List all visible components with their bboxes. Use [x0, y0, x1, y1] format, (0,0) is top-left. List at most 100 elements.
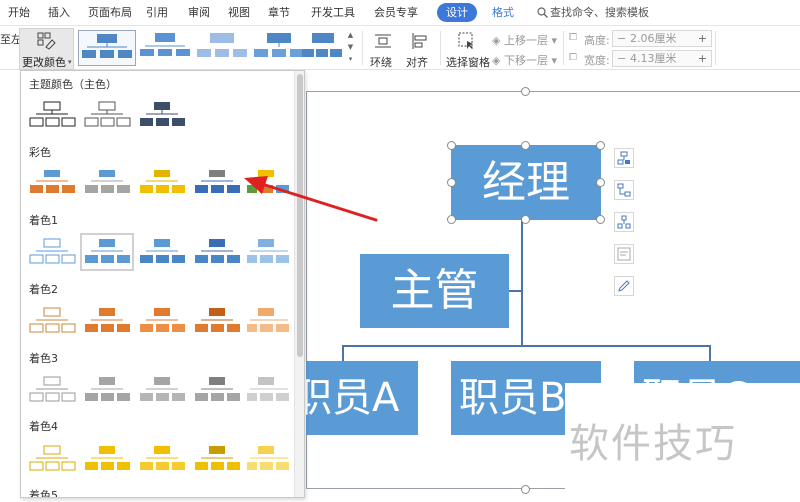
section-title-accent2: 着色2	[29, 283, 58, 296]
resize-handle[interactable]	[596, 178, 605, 187]
color-option-accent1-1[interactable]	[27, 235, 77, 269]
menu-page-layout[interactable]: 页面布局	[88, 0, 132, 26]
color-option-theme-1[interactable]	[27, 98, 77, 132]
send-backward-label: 下移一层	[503, 54, 548, 67]
color-option-accent2-2[interactable]	[82, 304, 132, 338]
height-label: 高度:	[584, 34, 610, 47]
resize-handle[interactable]	[521, 87, 530, 96]
selection-pane-icon	[458, 32, 476, 53]
color-option-accent1-2[interactable]	[80, 233, 134, 271]
style-gallery-item-1[interactable]	[78, 30, 136, 66]
org-node-staff-a[interactable]: 职员A	[306, 361, 418, 435]
bring-forward-button[interactable]: ◈ 上移一层 ▾	[492, 32, 557, 48]
bring-forward-label: 上移一层	[503, 34, 548, 47]
dropdown-scrollbar-thumb[interactable]	[297, 74, 303, 357]
resize-handle[interactable]	[447, 178, 456, 187]
format-brush-button[interactable]	[614, 276, 634, 296]
width-stepper[interactable]: − 4.13厘米 +	[612, 50, 712, 67]
color-option-accent1-5[interactable]	[247, 235, 291, 269]
height-stepper[interactable]: − 2.06厘米 +	[612, 30, 712, 47]
style-gallery-item-3[interactable]	[194, 30, 252, 66]
color-option-accent4-1[interactable]	[27, 442, 77, 476]
change-layout-button[interactable]	[614, 180, 634, 200]
color-option-accent2-5[interactable]	[247, 304, 291, 338]
color-option-accent2-4[interactable]	[192, 304, 242, 338]
layout-options-icon	[617, 215, 631, 229]
section-title-accent5: 着色5	[29, 489, 58, 498]
palette-icon	[37, 32, 57, 55]
color-option-theme-2[interactable]	[82, 98, 132, 132]
color-option-accent3-3[interactable]	[137, 373, 187, 407]
style-gallery-item-2[interactable]	[137, 30, 195, 66]
color-option-colorful-gray[interactable]	[82, 166, 132, 200]
color-option-colorful-blue[interactable]	[192, 166, 242, 200]
org-node-supervisor[interactable]: 主管	[360, 254, 509, 328]
menu-home[interactable]: 开始	[8, 0, 30, 26]
height-decrease-button[interactable]: −	[617, 31, 626, 46]
height-value[interactable]: 2.06厘米	[630, 31, 677, 46]
width-increase-button[interactable]: +	[698, 51, 707, 66]
color-option-accent4-2[interactable]	[82, 442, 132, 476]
add-shape-button[interactable]	[614, 148, 634, 168]
height-increase-button[interactable]: +	[698, 31, 707, 46]
color-option-accent1-3[interactable]	[137, 235, 187, 269]
color-option-colorful-orange[interactable]	[27, 166, 77, 200]
align-label: 对齐	[406, 56, 428, 69]
color-option-accent3-5[interactable]	[247, 373, 291, 407]
wrap-text-icon	[374, 32, 392, 53]
menu-insert[interactable]: 插入	[48, 0, 70, 26]
menu-chapter[interactable]: 章节	[268, 0, 290, 26]
color-option-accent1-4[interactable]	[192, 235, 242, 269]
color-option-accent3-4[interactable]	[192, 373, 242, 407]
send-backward-button[interactable]: ◈ 下移一层 ▾	[492, 52, 557, 68]
menu-design[interactable]: 设计	[437, 3, 477, 22]
ribbon-divider	[563, 31, 564, 65]
search-icon[interactable]	[537, 7, 548, 18]
ribbon-toolbar: 至左 更改颜色 ▾ ▲ ▼ ▾ 环绕 对齐 选择窗格 ◈ 上移一层 ▾ ◈ 下移…	[0, 27, 800, 70]
ribbon-divider	[362, 31, 363, 65]
connector-line	[709, 345, 711, 361]
command-search-input[interactable]: 查找命令、搜索模板	[550, 0, 649, 26]
menu-format[interactable]: 格式	[492, 0, 514, 26]
menu-references[interactable]: 引用	[146, 0, 168, 26]
gallery-scroll[interactable]: ▲ ▼ ▾	[345, 29, 356, 67]
color-option-accent2-3[interactable]	[137, 304, 187, 338]
add-shape-icon	[617, 151, 630, 165]
width-decrease-button[interactable]: −	[617, 51, 626, 66]
resize-handle[interactable]	[447, 141, 456, 150]
section-title-colorful: 彩色	[29, 146, 51, 159]
section-title-accent4: 着色4	[29, 420, 58, 433]
wrap-label: 环绕	[370, 56, 392, 69]
color-option-colorful-multi[interactable]	[247, 166, 291, 200]
color-option-accent2-1[interactable]	[27, 304, 77, 338]
pen-icon	[618, 280, 630, 292]
color-option-accent4-4[interactable]	[192, 442, 242, 476]
layout-options-button[interactable]	[614, 212, 634, 232]
resize-handle[interactable]	[447, 215, 456, 224]
menu-view[interactable]: 视图	[228, 0, 250, 26]
color-option-colorful-gold[interactable]	[137, 166, 187, 200]
text-pane-button[interactable]	[614, 244, 634, 264]
color-option-theme-3[interactable]	[137, 98, 187, 132]
width-value[interactable]: 4.13厘米	[630, 51, 677, 66]
menu-bar: 开始 插入 页面布局 引用 审阅 视图 章节 开发工具 会员专享 设计 格式 查…	[0, 0, 800, 26]
color-option-accent3-2[interactable]	[82, 373, 132, 407]
resize-handle[interactable]	[596, 215, 605, 224]
menu-member[interactable]: 会员专享	[374, 0, 418, 26]
resize-handle[interactable]	[521, 215, 530, 224]
color-option-accent4-5[interactable]	[247, 442, 291, 476]
resize-handle[interactable]	[596, 141, 605, 150]
align-icon	[411, 32, 429, 53]
layout-icon	[617, 183, 631, 197]
menu-review[interactable]: 审阅	[188, 0, 210, 26]
color-option-accent3-1[interactable]	[27, 373, 77, 407]
menu-developer[interactable]: 开发工具	[311, 0, 355, 26]
resize-handle[interactable]	[521, 141, 530, 150]
color-option-accent4-3[interactable]	[137, 442, 187, 476]
dropdown-scrollbar[interactable]	[294, 71, 304, 497]
dropdown-caret-icon: ▾	[551, 54, 557, 67]
watermark-text: 软件技巧	[569, 421, 737, 467]
org-node-manager[interactable]: 经理	[451, 145, 601, 220]
resize-handle[interactable]	[521, 485, 530, 494]
change-color-button[interactable]: 更改颜色 ▾	[19, 28, 74, 70]
